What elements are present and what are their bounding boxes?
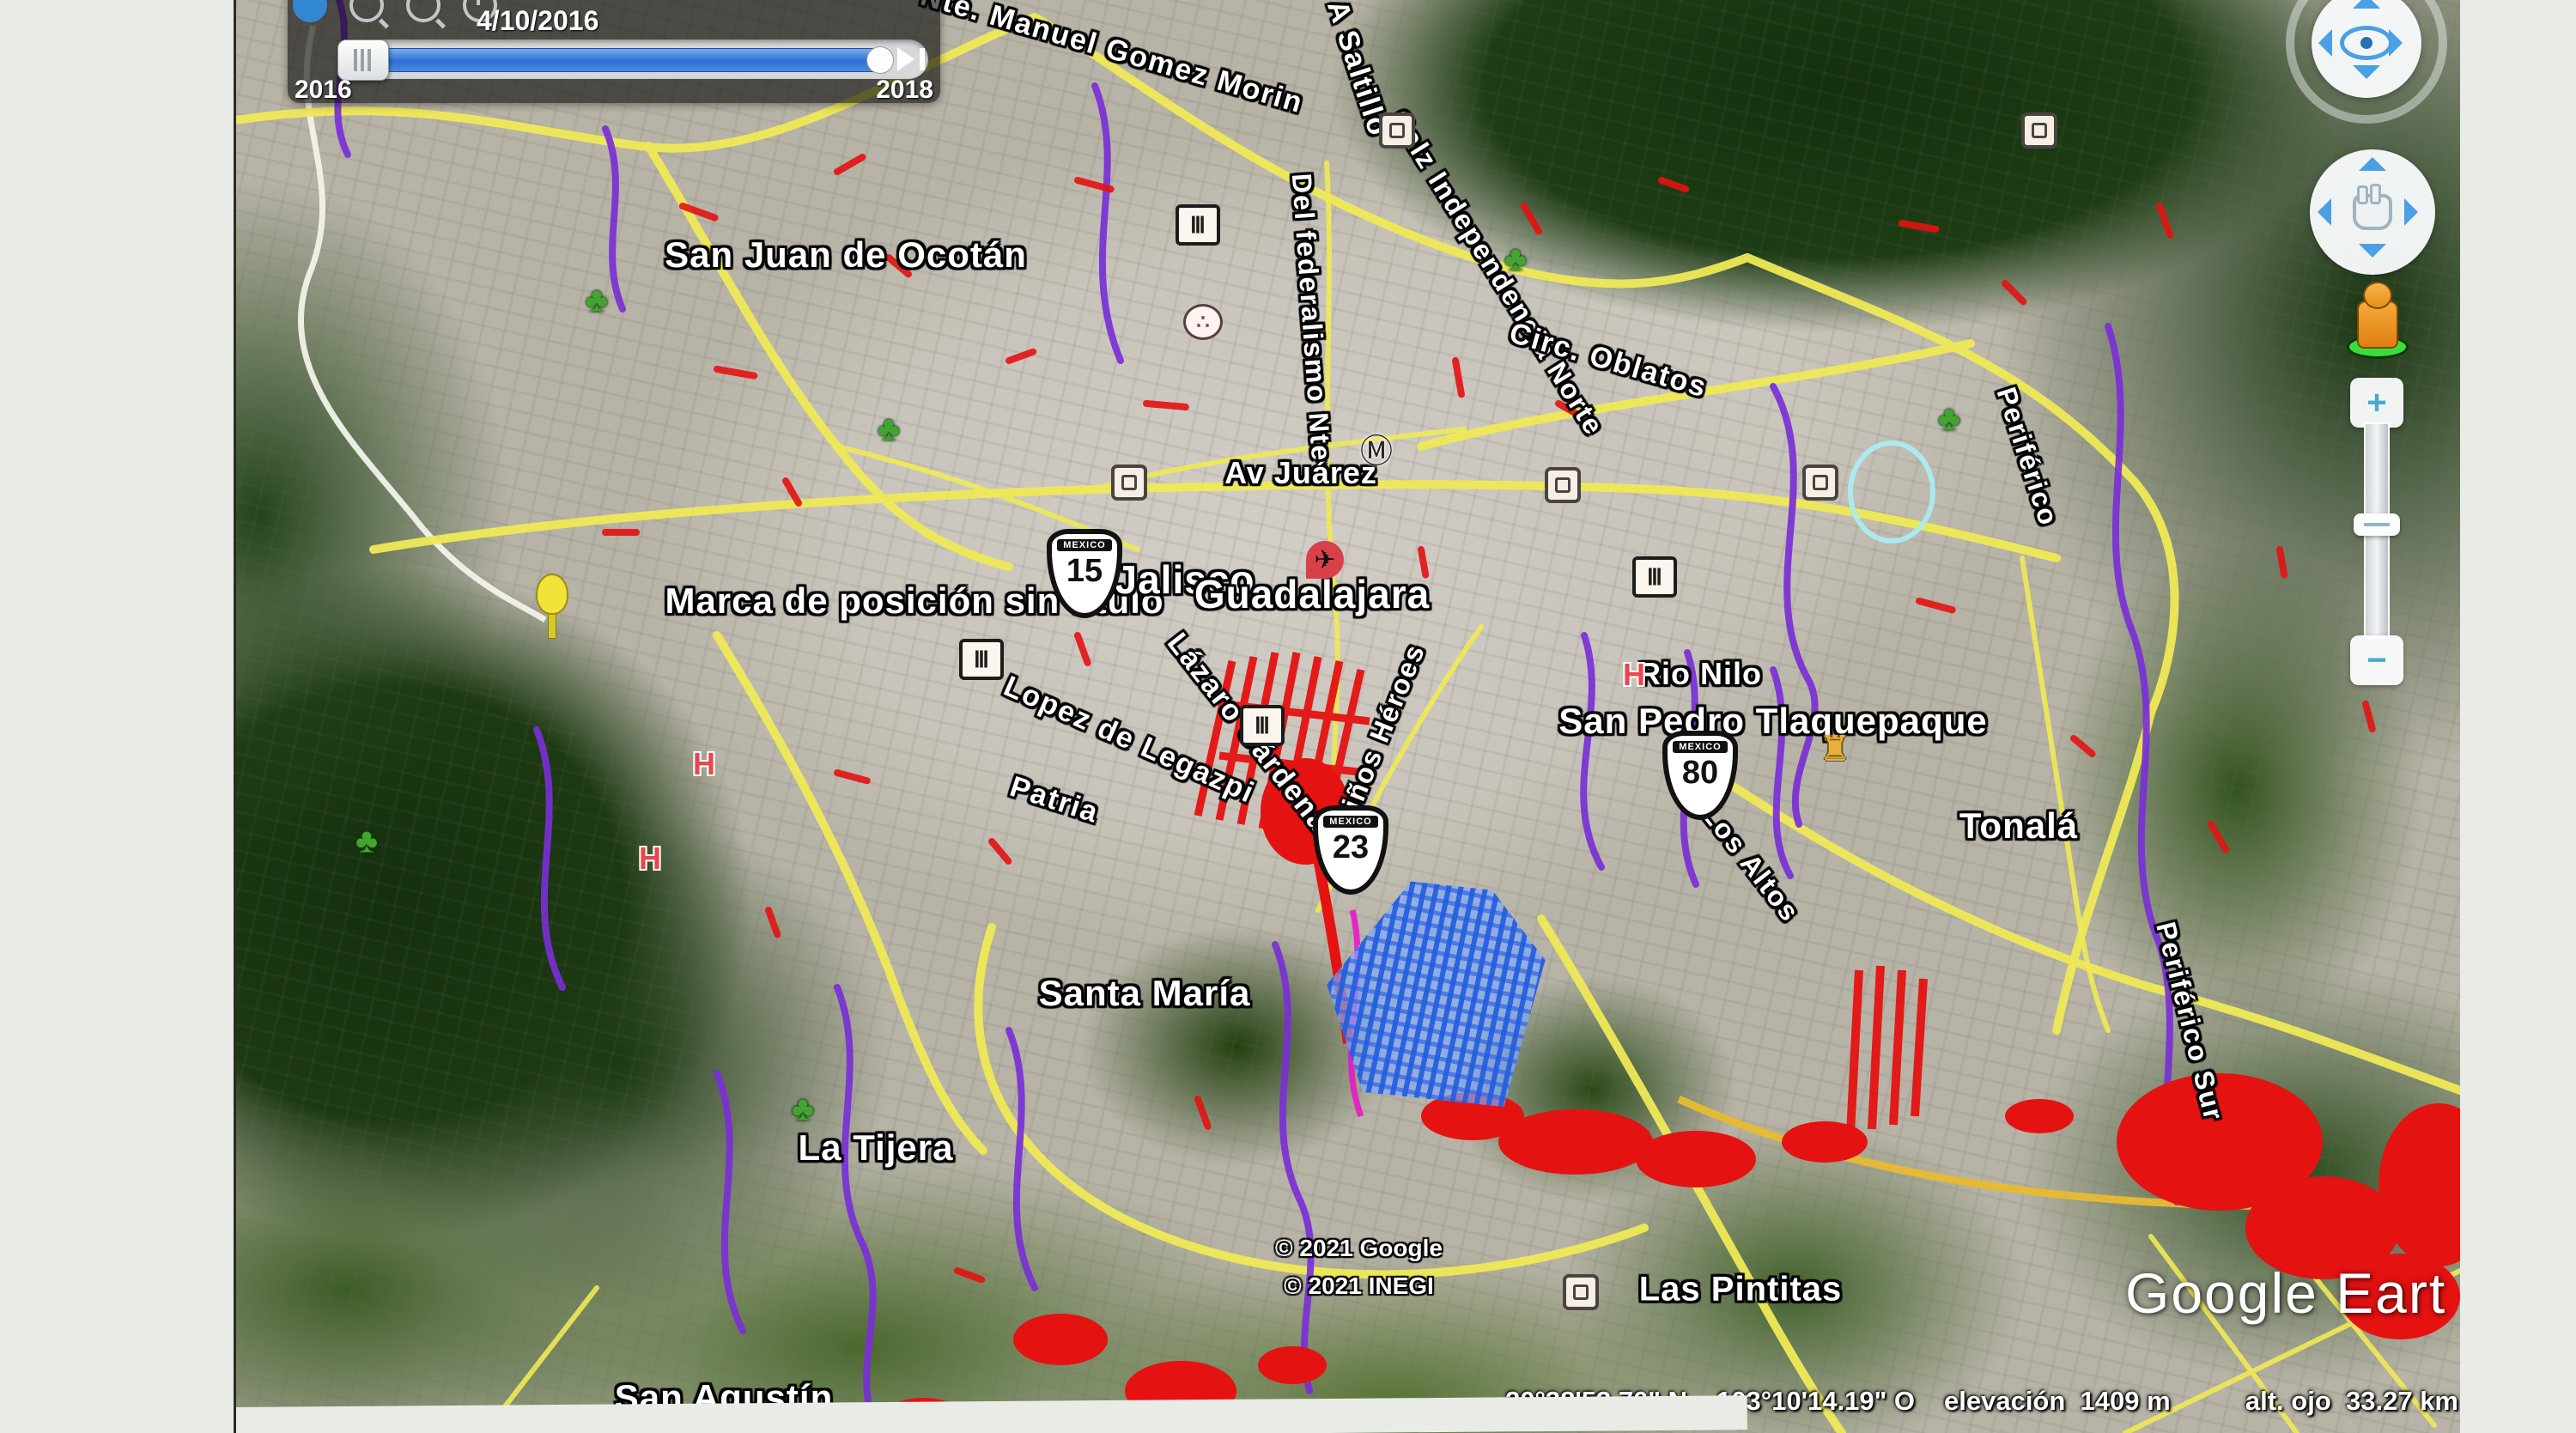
pegman-head <box>2363 282 2392 309</box>
lodging-icon[interactable] <box>1379 112 1415 149</box>
tree-icon[interactable]: ♣ <box>355 823 378 861</box>
tree-icon[interactable]: ♣ <box>1938 400 1960 439</box>
hospital-icon[interactable]: H <box>1623 657 1645 693</box>
eye-icon <box>2340 26 2393 60</box>
place-label: Santa María <box>1039 973 1251 1014</box>
time-slider-panel[interactable]: 4/10/2016 2016 2018 <box>288 0 940 103</box>
eye-altitude-readout: alt. ojo 33.27 km <box>2245 1386 2458 1417</box>
zoom-out-time-icon[interactable] <box>349 0 384 22</box>
time-range-start: 2016 <box>295 76 352 105</box>
time-slider-end-handle[interactable] <box>866 46 894 74</box>
move-joystick[interactable] <box>2310 149 2435 275</box>
road-label: Periférico Sur <box>2149 919 2229 1125</box>
museum-icon[interactable]: Ⅲ <box>1632 556 1677 598</box>
tree-icon[interactable]: ♣ <box>586 282 608 320</box>
tree-icon[interactable]: ♣ <box>878 410 900 449</box>
move-disc <box>2310 149 2435 275</box>
attribution-google: © 2021 Google <box>1275 1230 1443 1267</box>
lodging-icon[interactable] <box>2021 112 2057 149</box>
place-label: La Tijera <box>799 1127 954 1169</box>
skip-to-end-icon[interactable] <box>897 47 927 71</box>
place-label: San Pedro Tlaquepaque <box>1558 701 1987 742</box>
time-range-end: 2018 <box>876 76 933 105</box>
lodging-icon[interactable] <box>1545 467 1581 503</box>
time-slider-range-fill <box>380 48 884 72</box>
pan-hand-icon <box>2353 194 2392 230</box>
place-label: Las Pintitas <box>1639 1271 1843 1309</box>
time-slider-track[interactable] <box>344 39 928 79</box>
lodging-icon[interactable] <box>1802 465 1838 501</box>
move-up-icon[interactable] <box>2359 143 2386 171</box>
road-label: Calz Independencia Norte <box>1383 105 1610 441</box>
palette-icon[interactable]: ∴ <box>1183 304 1223 340</box>
metro-icon[interactable]: Ⓜ <box>1360 425 1393 472</box>
place-label: Rio Nilo <box>1638 656 1762 692</box>
time-slider-start-handle[interactable] <box>337 39 389 81</box>
road-label: Patria <box>1005 770 1103 830</box>
google-earth-logo: Google Eart MEXICO 13 <box>2125 1260 2446 1326</box>
google-earth-screen: San Juan de OcotánMarca de posición sin … <box>234 0 2460 1433</box>
look-up-icon[interactable] <box>2353 0 2380 9</box>
zoom-slider[interactable]: + − <box>2350 378 2403 687</box>
move-left-icon[interactable] <box>2304 198 2331 226</box>
look-down-icon[interactable] <box>2353 65 2380 93</box>
lodging-icon[interactable] <box>1563 1274 1599 1310</box>
place-label: Tonalá <box>1959 805 2078 847</box>
time-slider-date: 4/10/2016 <box>477 5 598 37</box>
zoom-in-time-icon[interactable] <box>406 0 440 22</box>
lodging-icon[interactable] <box>1111 465 1147 501</box>
highway-shield-23: MEXICO23 <box>1313 805 1388 895</box>
museum-icon[interactable]: Ⅲ <box>959 639 1004 680</box>
move-right-icon[interactable] <box>2404 198 2432 226</box>
zoom-out-button[interactable]: − <box>2350 635 2403 685</box>
museum-icon[interactable]: Ⅲ <box>1240 705 1285 746</box>
road-label: Del federalismo Nte <box>1285 173 1337 464</box>
church-icon[interactable]: ♜ <box>1820 729 1850 768</box>
place-label: San Juan de Ocotán <box>665 234 1027 276</box>
look-right-icon[interactable] <box>2389 29 2416 57</box>
museum-icon[interactable]: Ⅲ <box>1176 204 1220 246</box>
map-labels-layer: San Juan de OcotánMarca de posición sin … <box>236 0 2460 1433</box>
untitled-placemark-pin[interactable] <box>539 574 565 637</box>
tree-icon[interactable]: ♣ <box>1504 240 1527 279</box>
place-label: Av Juárez <box>1224 455 1377 491</box>
map-attribution: © 2021 Google © 2021 INEGI <box>1275 1230 1443 1305</box>
hospital-icon[interactable]: H <box>639 841 661 877</box>
plane-icon[interactable]: ✈ <box>1306 541 1344 579</box>
move-down-icon[interactable] <box>2359 244 2386 271</box>
zoom-in-button[interactable]: + <box>2350 378 2403 428</box>
look-left-icon[interactable] <box>2305 29 2332 57</box>
history-icon[interactable] <box>293 0 327 22</box>
google-earth-logo-text: Google Eart <box>2125 1261 2446 1325</box>
hospital-icon[interactable]: H <box>693 746 715 782</box>
road-label: Periférico <box>1990 384 2065 531</box>
street-view-pegman[interactable] <box>2348 282 2408 359</box>
time-slider-toolbar <box>293 0 497 22</box>
road-label: Nte. Manuel Gomez Morin <box>917 0 1307 120</box>
tree-icon[interactable]: ♣ <box>792 1090 814 1129</box>
attribution-inegi: © 2021 INEGI <box>1275 1267 1443 1305</box>
zoom-slider-thumb[interactable] <box>2354 513 2400 536</box>
elevation-readout: elevación 1409 m <box>1944 1386 2171 1417</box>
